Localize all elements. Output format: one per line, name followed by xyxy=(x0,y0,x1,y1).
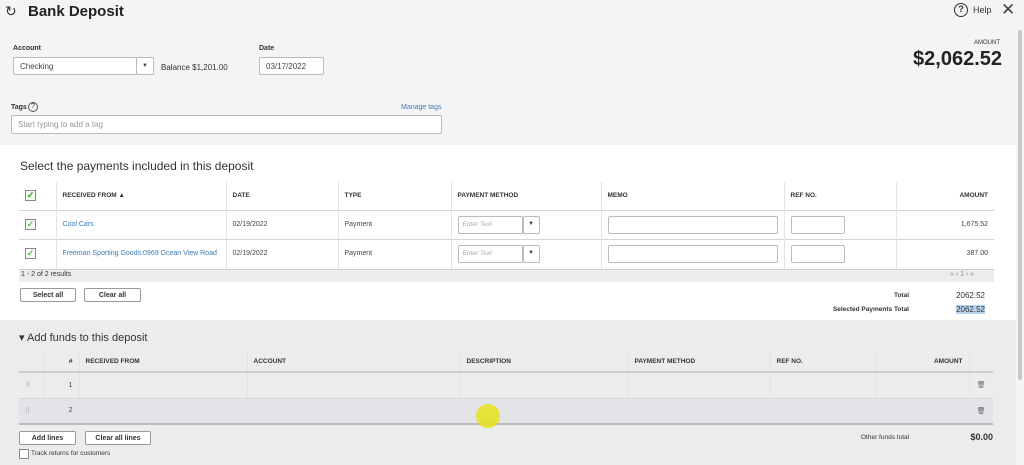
amount-label: AMOUNT xyxy=(974,40,1000,46)
col-ref: REF NO. xyxy=(784,182,897,210)
chevron-down-icon[interactable]: ▼ xyxy=(136,57,154,75)
col-payment-method: PAYMENT METHOD xyxy=(628,352,771,372)
funds-heading-text: Add funds to this deposit xyxy=(26,332,148,344)
payment-method-input[interactable]: Enter Text xyxy=(457,215,523,234)
tags-help-icon[interactable]: ? xyxy=(28,102,38,112)
trash-icon[interactable]: 🗑 xyxy=(969,397,993,424)
total-label: Total xyxy=(893,292,909,299)
col-ref: REF NO. xyxy=(770,352,877,372)
row-date: 02/19/2022 xyxy=(226,209,339,239)
date-label: Date xyxy=(259,45,275,52)
funds-heading[interactable]: ▾ Add funds to this deposit xyxy=(19,331,147,344)
history-icon[interactable]: ↻ xyxy=(5,3,17,20)
col-memo: MEMO xyxy=(601,182,785,210)
track-returns-checkbox[interactable] xyxy=(19,449,29,459)
trash-icon[interactable]: 🗑 xyxy=(969,371,993,398)
tags-label: Tags xyxy=(11,104,27,111)
received-from-link[interactable]: Cool Cars xyxy=(56,209,227,239)
row-checkbox[interactable]: ✓ xyxy=(25,219,36,230)
other-funds-total: $0.00 xyxy=(970,432,993,442)
pagination[interactable]: « ‹ 1 › » xyxy=(950,271,974,278)
ref-input[interactable] xyxy=(790,215,845,234)
row-type: Payment xyxy=(338,238,452,268)
table-row: ✓ Cool Cars 02/19/2022 Payment Enter Tex… xyxy=(19,209,994,239)
col-amount: AMOUNT xyxy=(876,352,970,372)
clear-all-lines-button[interactable]: Clear all lines xyxy=(85,431,151,445)
table-row: ✓ Freeman Sporting Goods:0969 Ocean View… xyxy=(19,238,994,268)
ref-input[interactable] xyxy=(790,244,845,263)
col-description: DESCRIPTION xyxy=(460,352,629,372)
add-lines-button[interactable]: Add lines xyxy=(19,431,76,445)
row-type: Payment xyxy=(338,209,452,239)
selected-total-label: Selected Payments Total xyxy=(832,306,909,313)
col-payment-method: PAYMENT METHOD xyxy=(451,182,602,210)
collapse-icon[interactable]: ▾ xyxy=(19,332,25,344)
col-received-from: RECEIVED FROM xyxy=(79,352,248,372)
account-select[interactable]: Checking xyxy=(13,57,137,75)
memo-input[interactable] xyxy=(607,244,778,263)
row-number: 1 xyxy=(44,371,80,398)
track-returns-label: Track returns for customers xyxy=(31,450,111,457)
col-number: # xyxy=(44,352,80,372)
row-checkbox[interactable]: ✓ xyxy=(25,248,36,260)
help-link[interactable]: Help xyxy=(973,5,992,15)
account-balance: Balance $1,201.00 xyxy=(161,63,228,72)
tags-input[interactable]: Start typing to add a tag xyxy=(11,115,442,134)
payments-table: ✓ RECEIVED FROM ▲ DATE TYPE PAYMENT METH… xyxy=(19,182,994,268)
row-number: 2 xyxy=(44,397,80,424)
row-amount: 387.00 xyxy=(896,238,994,268)
chevron-down-icon[interactable]: ▼ xyxy=(522,215,540,234)
manage-tags-link[interactable]: Manage tags xyxy=(401,104,441,111)
clear-all-button[interactable]: Clear all xyxy=(84,288,141,302)
selected-total-value: 2062.52 xyxy=(956,305,985,314)
memo-input[interactable] xyxy=(607,215,778,234)
funds-table: # RECEIVED FROM ACCOUNT DESCRIPTION PAYM… xyxy=(19,352,993,425)
cursor-highlight xyxy=(476,404,500,428)
close-icon[interactable]: ✕ xyxy=(1001,0,1015,20)
page-title: Bank Deposit xyxy=(28,3,124,20)
col-date[interactable]: DATE xyxy=(226,182,339,210)
results-count: 1 - 2 of 2 results xyxy=(21,271,72,278)
account-label: Account xyxy=(13,45,41,52)
received-from-link[interactable]: Freeman Sporting Goods:0969 Ocean View R… xyxy=(56,238,227,268)
select-all-checkbox[interactable]: ✓ xyxy=(25,190,36,202)
amount-total: $2,062.52 xyxy=(913,48,1002,70)
row-date: 02/19/2022 xyxy=(226,238,339,268)
payment-method-input[interactable]: Enter Text xyxy=(457,244,523,263)
select-all-button[interactable]: Select all xyxy=(20,288,76,302)
chevron-down-icon[interactable]: ▼ xyxy=(522,244,540,263)
col-account: ACCOUNT xyxy=(247,352,461,372)
drag-handle-icon[interactable]: ⠿ xyxy=(19,371,45,398)
results-bar xyxy=(19,269,994,282)
col-amount: AMOUNT xyxy=(959,192,988,200)
help-icon[interactable]: ? xyxy=(954,3,968,17)
table-row[interactable]: ⠿ 1 🗑 xyxy=(19,371,993,398)
total-value: 2062.52 xyxy=(956,291,985,300)
payments-heading: Select the payments included in this dep… xyxy=(20,159,254,173)
table-row[interactable]: ⠿ 2 🗑 xyxy=(19,397,993,424)
col-received-from[interactable]: RECEIVED FROM ▲ xyxy=(56,182,227,210)
col-type[interactable]: TYPE xyxy=(338,182,452,210)
date-input[interactable]: 03/17/2022 xyxy=(259,57,324,75)
row-amount: 1,675.52 xyxy=(896,209,994,239)
other-funds-label: Other funds total xyxy=(861,434,910,441)
scrollbar-thumb[interactable] xyxy=(1018,30,1022,380)
drag-handle-icon[interactable]: ⠿ xyxy=(19,397,45,424)
